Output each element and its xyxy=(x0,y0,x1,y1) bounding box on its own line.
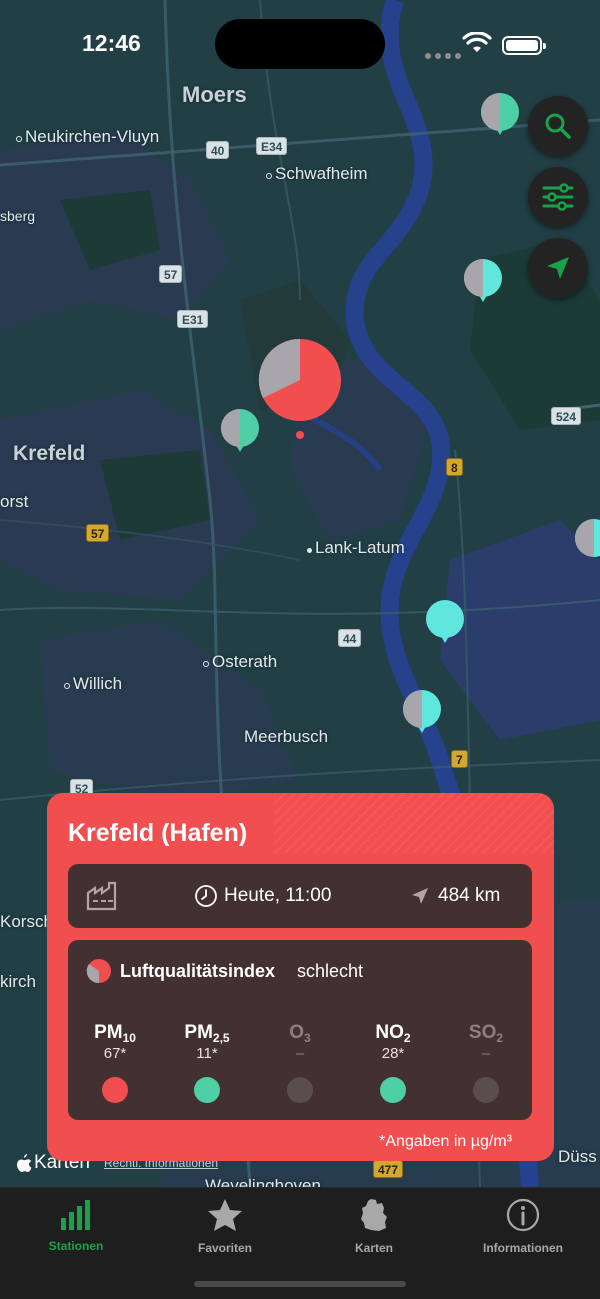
station-card[interactable]: Krefeld (Hafen) Heute, 11:00 484 km Luft… xyxy=(47,793,554,1161)
place-label: Schwafheim xyxy=(266,164,368,184)
place-label: kirch xyxy=(0,972,36,991)
aqi-header: Luftqualitätsindex schlecht xyxy=(86,958,363,984)
signal-dots-icon xyxy=(425,46,465,64)
place-label: Osterath xyxy=(203,652,277,672)
place-label: Neukirchen-Vluyn xyxy=(16,127,159,147)
location-arrow-icon xyxy=(547,257,569,279)
road-shield: 57 xyxy=(159,265,183,283)
search-icon xyxy=(545,113,571,139)
location-arrow-icon xyxy=(412,888,428,904)
germany-map-icon xyxy=(361,1199,387,1231)
measurement-time: Heute, 11:00 xyxy=(194,864,331,928)
pollutant-so2[interactable]: SO2 – xyxy=(441,1022,531,1103)
place-label: Düss xyxy=(558,1147,597,1166)
pollutant-dot xyxy=(194,1077,220,1103)
status-time: 12:46 xyxy=(82,30,141,56)
pollutant-dot xyxy=(473,1077,499,1103)
place-label: Lank-Latum xyxy=(307,538,405,558)
aqi-pie-icon xyxy=(86,959,111,984)
place-label: Meerbusch xyxy=(244,727,329,746)
battery-icon xyxy=(502,36,546,55)
station-info-box: Heute, 11:00 484 km xyxy=(68,864,532,928)
sliders-icon xyxy=(542,183,574,211)
wifi-icon xyxy=(462,32,492,52)
road-shield: E34 xyxy=(256,137,288,155)
pollutant-pm25[interactable]: PM2,5 11* xyxy=(162,1022,252,1103)
home-indicator xyxy=(194,1281,406,1287)
road-shield: 57 xyxy=(86,524,110,542)
road-shield: 7 xyxy=(451,750,468,768)
road-shield: 40 xyxy=(206,141,230,159)
tab-informationen[interactable]: Informationen xyxy=(458,1198,588,1255)
search-button[interactable] xyxy=(528,96,588,156)
aqi-box: Luftqualitätsindex schlecht PM10 67* PM2… xyxy=(68,940,532,1120)
info-icon xyxy=(506,1198,540,1232)
pollutant-o3[interactable]: O3 – xyxy=(255,1022,345,1103)
tab-stationen[interactable]: Stationen xyxy=(11,1198,141,1253)
place-label: Krefeld xyxy=(13,442,86,465)
dynamic-island xyxy=(215,19,385,69)
apple-logo-icon xyxy=(17,1153,32,1172)
place-label: sberg xyxy=(0,208,36,224)
star-icon xyxy=(208,1199,242,1231)
place-label: Wevelinghoven xyxy=(205,1176,321,1187)
aqi-label: Luftqualitätsindex xyxy=(120,960,276,981)
locate-button[interactable] xyxy=(528,238,588,298)
road-shield: 477 xyxy=(373,1160,404,1178)
unit-footnote: *Angaben in µg/m³ xyxy=(379,1133,512,1150)
road-shield: 524 xyxy=(551,407,582,425)
pollutant-pm10[interactable]: PM10 67* xyxy=(70,1022,160,1103)
pollutant-dot xyxy=(380,1077,406,1103)
clock-icon xyxy=(195,885,217,907)
pollutant-dot xyxy=(102,1077,128,1103)
road-shield: E31 xyxy=(177,310,209,328)
aqi-value: schlecht xyxy=(297,960,364,981)
road-shield: 8 xyxy=(446,458,463,476)
place-label: Korsch xyxy=(0,912,53,931)
bar-chart-icon xyxy=(61,1200,90,1230)
station-distance: 484 km xyxy=(410,864,500,928)
road-shield: 44 xyxy=(338,629,362,647)
place-label: orst xyxy=(0,492,29,511)
factory-icon xyxy=(86,881,117,911)
status-bar: 12:46 xyxy=(0,0,600,90)
pollutant-dot xyxy=(287,1077,313,1103)
pollutant-no2[interactable]: NO2 28* xyxy=(348,1022,438,1103)
station-type xyxy=(86,864,120,928)
filter-button[interactable] xyxy=(528,167,588,227)
station-title: Krefeld (Hafen) xyxy=(68,819,248,847)
place-label: Willich xyxy=(64,674,122,694)
tab-karten[interactable]: Karten xyxy=(309,1198,439,1255)
tab-favoriten[interactable]: Favoriten xyxy=(160,1198,290,1255)
